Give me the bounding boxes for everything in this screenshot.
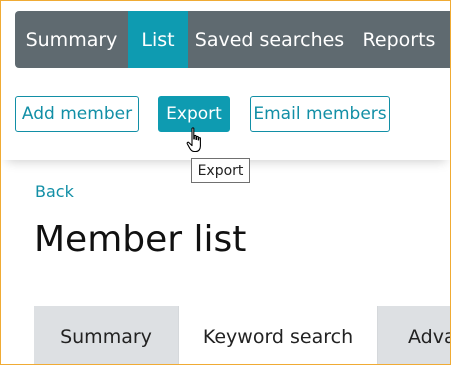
app-frame: Summary List Saved searches Reports Add … [0,0,451,365]
email-members-button[interactable]: Email members [250,96,390,132]
search-tab-summary[interactable]: Summary [34,306,178,364]
search-tab-advanced[interactable]: Adva [378,306,450,364]
tab-list[interactable]: List [128,11,188,68]
tab-reports[interactable]: Reports [351,11,447,68]
tab-saved-searches[interactable]: Saved searches [188,11,351,68]
page-title: Member list [34,219,247,260]
hand-pointer-icon [186,127,201,153]
export-tooltip: Export [191,158,250,183]
tab-summary[interactable]: Summary [15,11,128,68]
back-link[interactable]: Back [35,182,74,201]
add-member-button[interactable]: Add member [15,96,139,132]
action-toolbar: Add member Export Email members [1,68,450,160]
search-tabs: Summary Keyword search Adva [34,306,450,364]
search-tab-keyword[interactable]: Keyword search [178,306,378,364]
top-navigation: Summary List Saved searches Reports [15,11,450,68]
